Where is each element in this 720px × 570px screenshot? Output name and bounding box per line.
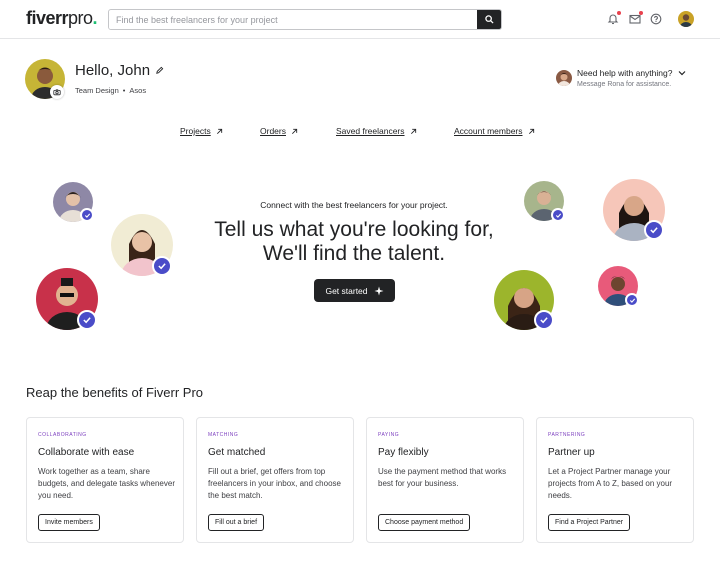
verified-badge-icon bbox=[625, 293, 639, 307]
card-title: Pay flexibly bbox=[378, 447, 429, 458]
card-title: Get matched bbox=[208, 447, 266, 458]
help-title-text: Need help with anything? bbox=[577, 68, 673, 78]
company-name: Asos bbox=[129, 86, 147, 95]
hero-title-line1: Tell us what you're looking for, bbox=[214, 218, 494, 241]
account-members-link[interactable]: Account members bbox=[454, 126, 535, 136]
quick-links: Projects Orders Saved freelancers Accoun… bbox=[0, 126, 720, 140]
team-name: Team Design bbox=[75, 86, 119, 95]
hero-title-line2: We'll find the talent. bbox=[262, 242, 446, 265]
message-dot bbox=[639, 11, 643, 15]
edit-pencil-icon[interactable] bbox=[155, 66, 164, 75]
projects-link[interactable]: Projects bbox=[180, 126, 223, 136]
search-bar bbox=[108, 9, 502, 30]
verified-badge-icon bbox=[80, 208, 94, 222]
change-photo-button[interactable] bbox=[50, 85, 64, 99]
arrow-up-right-icon bbox=[216, 128, 222, 134]
card-kicker: PAYING bbox=[378, 432, 400, 438]
logo-dot: . bbox=[92, 8, 98, 28]
card-title: Collaborate with ease bbox=[38, 447, 135, 458]
choose-payment-method-button[interactable]: Choose payment method bbox=[378, 514, 471, 531]
card-description: Let a Project Partner manage your projec… bbox=[548, 467, 673, 500]
top-header: fiverrpro. bbox=[0, 0, 720, 39]
account-members-link-label: Account members bbox=[454, 126, 523, 136]
help-subtitle: Message Rona for assistance. bbox=[577, 81, 672, 88]
search-icon bbox=[484, 15, 494, 24]
search-input[interactable] bbox=[109, 10, 479, 29]
assistant-avatar bbox=[556, 70, 572, 86]
orders-link[interactable]: Orders bbox=[260, 126, 298, 136]
verified-badge-icon bbox=[644, 220, 664, 240]
arrow-up-right-icon bbox=[528, 128, 534, 134]
assistant-photo bbox=[558, 73, 570, 86]
benefit-card-paying: PAYING Pay flexibly Use the payment meth… bbox=[366, 417, 524, 543]
card-title: Partner up bbox=[548, 447, 595, 458]
get-started-button[interactable]: Get started bbox=[314, 279, 395, 302]
notification-dot bbox=[617, 11, 621, 15]
find-project-partner-button[interactable]: Find a Project Partner bbox=[548, 514, 631, 531]
saved-freelancers-link[interactable]: Saved freelancers bbox=[336, 126, 417, 136]
help-button[interactable] bbox=[649, 12, 663, 26]
card-kicker: MATCHING bbox=[208, 432, 239, 438]
benefit-card-partnering: PARTNERING Partner up Let a Project Part… bbox=[536, 417, 694, 543]
avatar-image bbox=[680, 14, 692, 27]
profile-avatar[interactable] bbox=[678, 11, 694, 27]
verified-badge-icon bbox=[152, 256, 172, 276]
team-info: Team Design • Asos bbox=[75, 86, 146, 95]
benefit-card-collaborating: COLLABORATING Collaborate with ease Work… bbox=[26, 417, 184, 543]
logo-pro: pro bbox=[68, 8, 93, 28]
logo-main: fiverr bbox=[26, 8, 69, 28]
orders-link-label: Orders bbox=[260, 126, 286, 136]
hero-title: Tell us what you're looking for, We'll f… bbox=[0, 218, 708, 266]
arrow-up-right-icon bbox=[410, 128, 416, 134]
saved-freelancers-link-label: Saved freelancers bbox=[336, 126, 405, 136]
benefit-card-matching: MATCHING Get matched Fill out a brief, g… bbox=[196, 417, 354, 543]
invite-members-button[interactable]: Invite members bbox=[38, 514, 100, 531]
benefits-heading: Reap the benefits of Fiverr Pro bbox=[26, 385, 204, 400]
hero-subtitle: Connect with the best freelancers for yo… bbox=[260, 200, 448, 210]
card-kicker: COLLABORATING bbox=[38, 432, 87, 438]
card-description: Work together as a team, share budgets, … bbox=[38, 467, 175, 500]
card-kicker: PARTNERING bbox=[548, 432, 586, 438]
help-icon bbox=[650, 13, 662, 25]
camera-icon bbox=[53, 89, 61, 96]
greeting-text: Hello, John bbox=[75, 62, 151, 79]
card-description: Fill out a brief, get offers from top fr… bbox=[208, 467, 341, 500]
notifications-button[interactable] bbox=[606, 11, 621, 26]
get-started-label: Get started bbox=[325, 285, 368, 296]
fill-out-brief-button[interactable]: Fill out a brief bbox=[208, 514, 265, 531]
projects-link-label: Projects bbox=[180, 126, 211, 136]
fiverr-pro-logo[interactable]: fiverrpro. bbox=[26, 8, 98, 29]
search-button[interactable] bbox=[477, 10, 501, 29]
card-description: Use the payment method that works best f… bbox=[378, 467, 507, 488]
verified-badge-icon bbox=[534, 310, 554, 330]
team-separator: • bbox=[122, 86, 126, 95]
chevron-down-icon[interactable] bbox=[678, 70, 686, 76]
help-title: Need help with anything? bbox=[577, 68, 686, 78]
greeting-heading: Hello, John bbox=[75, 62, 164, 79]
arrow-up-right-icon bbox=[291, 128, 298, 134]
verified-badge-icon bbox=[551, 208, 565, 222]
sparkle-icon bbox=[374, 286, 384, 295]
verified-badge-icon bbox=[77, 310, 97, 330]
messages-button[interactable] bbox=[628, 11, 643, 26]
